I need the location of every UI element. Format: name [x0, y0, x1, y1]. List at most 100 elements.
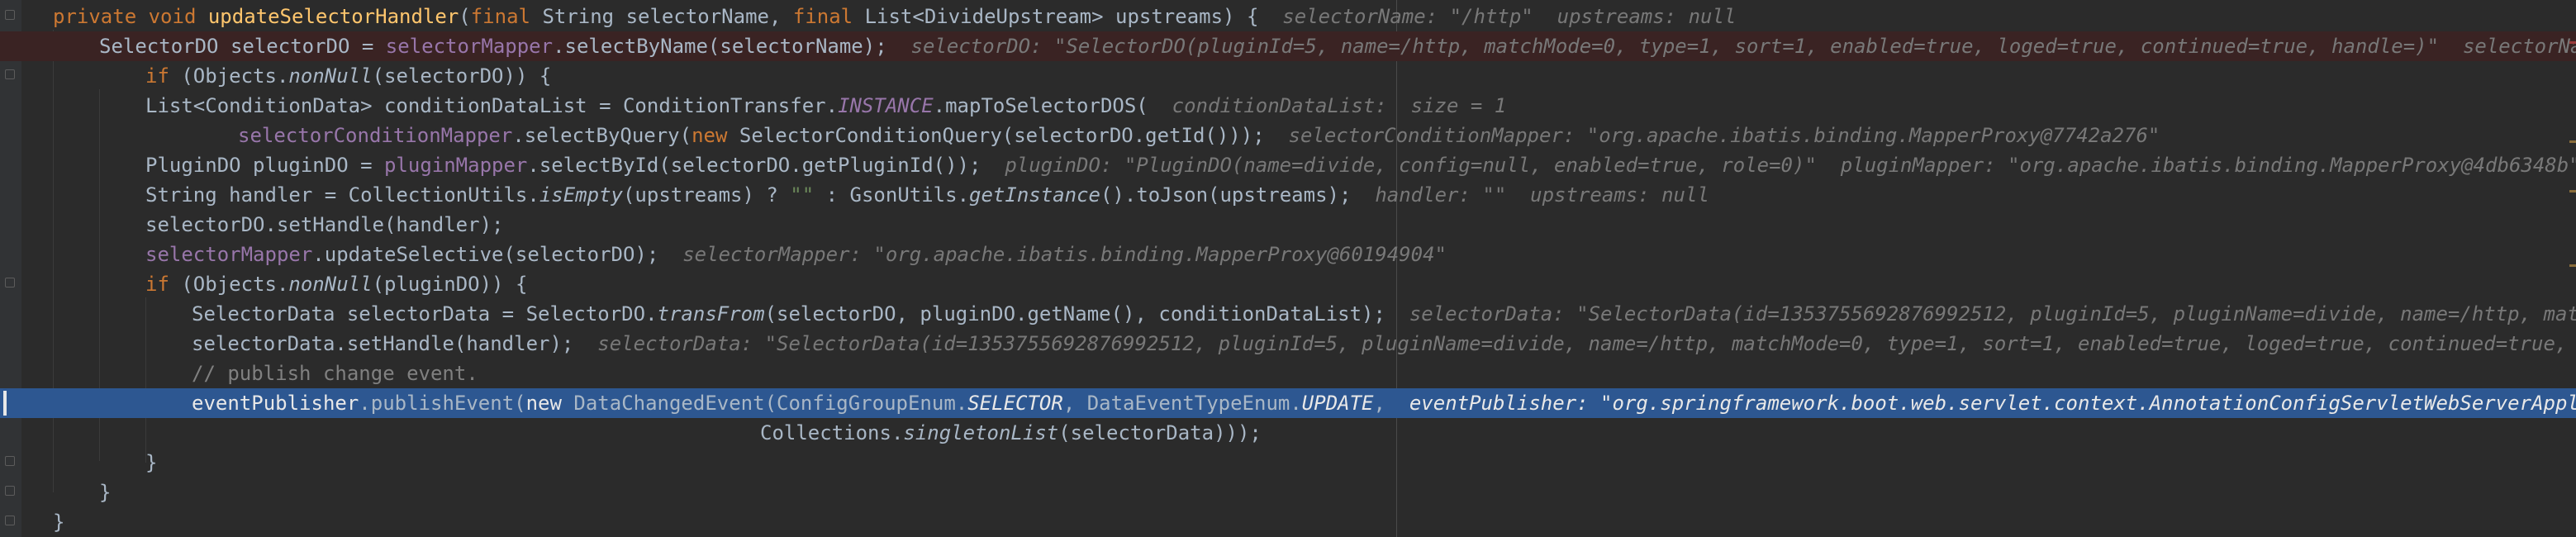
code-token: Collections.	[760, 421, 904, 444]
code-token: .selectById(selectorDO.getPluginId());	[527, 154, 981, 177]
code-line[interactable]: if (Objects.nonNull(selectorDO)) {	[0, 61, 2576, 91]
code-line[interactable]: Collections.singletonList(selectorData))…	[0, 418, 2576, 448]
code-line[interactable]: selectorConditionMapper.selectByQuery(ne…	[0, 121, 2576, 150]
code-token: String handler = CollectionUtils.	[145, 183, 539, 207]
code-line[interactable]: selectorMapper.updateSelective(selectorD…	[0, 240, 2576, 269]
code-token: if	[145, 64, 182, 88]
code-line-content: if (Objects.nonNull(pluginDO)) {	[145, 269, 527, 299]
code-token: ,	[1373, 392, 1385, 415]
code-line-content: selectorMapper.updateSelective(selectorD…	[145, 240, 1447, 269]
code-token: .mapToSelectorDOS(	[933, 94, 1148, 117]
code-token: (upstreams) ?	[622, 183, 791, 207]
inline-debug-value[interactable]: selectorData: "SelectorData(id=135375569…	[573, 332, 2576, 355]
code-line-content: SelectorDO selectorDO = selectorMapper.s…	[99, 31, 2576, 61]
code-token: }	[99, 481, 112, 504]
code-token: (Objects.	[181, 273, 289, 296]
code-token: List<DivideUpstream> upstreams) {	[864, 5, 1259, 28]
code-line[interactable]: }	[0, 448, 2576, 478]
warning-stripe-mark[interactable]	[2569, 190, 2576, 192]
code-token: SelectorData selectorData = SelectorDO.	[192, 302, 658, 326]
code-token: private void	[53, 5, 208, 28]
code-line-content: selectorConditionMapper.selectByQuery(ne…	[238, 121, 2160, 150]
inline-debug-value[interactable]: selectorData: "SelectorData(id=135375569…	[1385, 302, 2576, 326]
inline-debug-value[interactable]: selectorConditionMapper: "org.apache.iba…	[1265, 124, 2160, 147]
code-line-content: SelectorData selectorData = SelectorDO.t…	[192, 299, 2576, 329]
fold-marker-icon[interactable]	[5, 456, 15, 466]
inline-debug-value[interactable]: handler: "" upstreams: null	[1351, 183, 1709, 207]
current-execution-line[interactable]: eventPublisher.publishEvent(new DataChan…	[0, 388, 2576, 418]
code-line[interactable]: SelectorData selectorData = SelectorDO.t…	[0, 299, 2576, 329]
error-highlight-line[interactable]: SelectorDO selectorDO = selectorMapper.s…	[0, 31, 2576, 61]
code-token: (	[459, 5, 471, 28]
code-token: .selectByQuery(	[512, 124, 692, 147]
code-token: selectorData.setHandle(handler);	[192, 332, 574, 355]
code-token: if	[145, 273, 182, 296]
code-token: ().toJson(upstreams);	[1100, 183, 1352, 207]
code-token: (selectorDO)) {	[372, 64, 552, 88]
fold-marker-icon[interactable]	[5, 516, 15, 525]
fold-marker-icon[interactable]	[5, 486, 15, 496]
code-line[interactable]: }	[0, 478, 2576, 507]
code-token: String selectorName,	[542, 5, 793, 28]
code-token: SelectorConditionQuery(selectorDO.getId(…	[739, 124, 1265, 147]
code-token: .publishEvent(	[359, 392, 526, 415]
inline-debug-value[interactable]: selectorName: "/http" upstreams: null	[1258, 5, 1736, 28]
code-line-content: // publish change event.	[192, 359, 478, 388]
code-token: (Objects.	[181, 64, 289, 88]
code-line-content: String handler = CollectionUtils.isEmpty…	[145, 180, 1709, 210]
code-line-content: Collections.singletonList(selectorData))…	[760, 418, 1262, 448]
inline-debug-value[interactable]: pluginDO: "PluginDO(name=divide, config=…	[981, 154, 2576, 177]
error-stripe-mark[interactable]	[2569, 41, 2576, 44]
code-token: (selectorData)));	[1058, 421, 1262, 444]
code-token: pluginMapper	[383, 154, 528, 177]
code-line[interactable]: List<ConditionData> conditionDataList = …	[0, 91, 2576, 121]
code-line[interactable]: String handler = CollectionUtils.isEmpty…	[0, 180, 2576, 210]
code-line[interactable]: // publish change event.	[0, 359, 2576, 388]
code-line[interactable]: PluginDO pluginDO = pluginMapper.selectB…	[0, 150, 2576, 180]
code-token: getInstance	[969, 183, 1100, 207]
code-line-content: }	[53, 507, 64, 537]
code-token: nonNull	[288, 273, 373, 296]
code-token: nonNull	[288, 64, 373, 88]
code-line[interactable]: selectorData.setHandle(handler); selecto…	[0, 329, 2576, 359]
code-token: : GsonUtils.	[814, 183, 970, 207]
code-line-content: selectorDO.setHandle(handler);	[145, 210, 503, 240]
code-token: , DataEventTypeEnum.	[1062, 392, 1302, 415]
code-token: selectorMapper	[385, 35, 554, 58]
code-token: .updateSelective(selectorDO);	[312, 243, 659, 266]
code-token: new	[692, 124, 739, 147]
inline-debug-value[interactable]: eventPublisher: "org.springframework.boo…	[1385, 392, 2576, 415]
code-token: DataChangedEvent(ConfigGroupEnum.	[573, 392, 968, 415]
code-line[interactable]: if (Objects.nonNull(pluginDO)) {	[0, 269, 2576, 299]
code-token: selectorDO.setHandle(handler);	[145, 213, 504, 236]
inline-debug-value[interactable]: conditionDataList: size = 1	[1148, 94, 1507, 117]
code-token: final	[470, 5, 543, 28]
fold-marker-icon[interactable]	[5, 10, 15, 20]
code-line[interactable]: }	[0, 507, 2576, 537]
code-token: // publish change event.	[192, 362, 478, 385]
code-line-content: eventPublisher.publishEvent(new DataChan…	[192, 388, 2576, 418]
inline-debug-value[interactable]: selectorMapper: "org.apache.ibatis.bindi…	[658, 243, 1447, 266]
code-token: final	[792, 5, 865, 28]
code-line[interactable]: private void updateSelectorHandler(final…	[0, 2, 2576, 31]
fold-marker-icon[interactable]	[5, 278, 15, 288]
code-line-content: PluginDO pluginDO = pluginMapper.selectB…	[145, 150, 2576, 180]
fold-marker-icon[interactable]	[5, 69, 15, 79]
code-token: transFrom	[657, 302, 765, 326]
code-token: eventPublisher	[192, 392, 359, 415]
code-line-content: if (Objects.nonNull(selectorDO)) {	[145, 61, 551, 91]
inline-debug-value[interactable]: selectorDO: "SelectorDO(pluginId=5, name…	[887, 35, 2576, 58]
code-token: singletonList	[903, 421, 1059, 444]
code-token: UPDATE	[1301, 392, 1374, 415]
code-token: (pluginDO)) {	[372, 273, 528, 296]
code-token: selectorMapper	[145, 243, 313, 266]
code-token: }	[53, 511, 65, 534]
warning-stripe-mark[interactable]	[2569, 264, 2576, 267]
code-token: List<ConditionData> conditionDataList = …	[145, 94, 839, 117]
execution-point-icon	[3, 391, 7, 416]
warning-stripe-mark[interactable]	[2569, 140, 2576, 143]
code-line[interactable]: selectorDO.setHandle(handler);	[0, 210, 2576, 240]
code-line-content: }	[145, 448, 157, 478]
code-token: INSTANCE	[838, 94, 934, 117]
code-editor[interactable]: private void updateSelectorHandler(final…	[0, 0, 2576, 537]
